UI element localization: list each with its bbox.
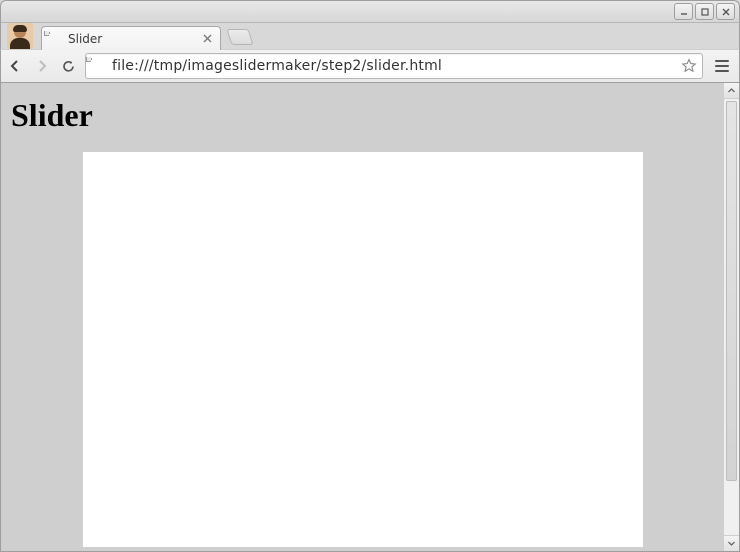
scroll-thumb[interactable] <box>726 101 737 481</box>
arrow-right-icon <box>35 59 49 73</box>
arrow-left-icon <box>9 59 23 73</box>
chevron-down-icon <box>727 539 736 548</box>
scroll-up-button[interactable] <box>724 83 739 99</box>
hamburger-icon <box>715 60 729 72</box>
slider-area[interactable] <box>83 152 643 547</box>
url-text: file:///tmp/imageslidermaker/step2/slide… <box>112 58 680 74</box>
reload-icon <box>61 59 76 74</box>
profile-avatar[interactable] <box>7 23 33 49</box>
back-button[interactable] <box>7 57 25 75</box>
window-titlebar <box>0 0 740 23</box>
bookmark-button[interactable] <box>680 57 698 75</box>
viewport-container: Slider <box>0 83 740 552</box>
browser-toolbar: file:///tmp/imageslidermaker/step2/slide… <box>0 49 740 83</box>
minimize-icon <box>679 7 689 17</box>
reload-button[interactable] <box>59 57 77 75</box>
new-tab-button[interactable] <box>226 29 253 45</box>
forward-button[interactable] <box>33 57 51 75</box>
file-icon <box>90 58 106 74</box>
window-close-button[interactable] <box>716 3 735 20</box>
window-controls <box>674 3 735 20</box>
close-icon <box>721 7 731 17</box>
file-icon <box>48 32 62 46</box>
scroll-down-button[interactable] <box>724 535 739 551</box>
menu-button[interactable] <box>711 55 733 77</box>
chevron-up-icon <box>727 86 736 95</box>
window-minimize-button[interactable] <box>674 3 693 20</box>
tab-close-button[interactable] <box>200 32 214 46</box>
page-viewport: Slider <box>1 83 723 551</box>
address-bar[interactable]: file:///tmp/imageslidermaker/step2/slide… <box>85 53 703 79</box>
maximize-icon <box>700 7 710 17</box>
browser-tab[interactable]: Slider <box>41 26 221 50</box>
vertical-scrollbar[interactable] <box>723 83 739 551</box>
page-title: Slider <box>11 97 723 134</box>
window-maximize-button[interactable] <box>695 3 714 20</box>
close-icon <box>203 34 212 43</box>
tab-strip: Slider <box>0 23 740 49</box>
star-icon <box>681 58 697 74</box>
tab-title: Slider <box>68 32 200 46</box>
